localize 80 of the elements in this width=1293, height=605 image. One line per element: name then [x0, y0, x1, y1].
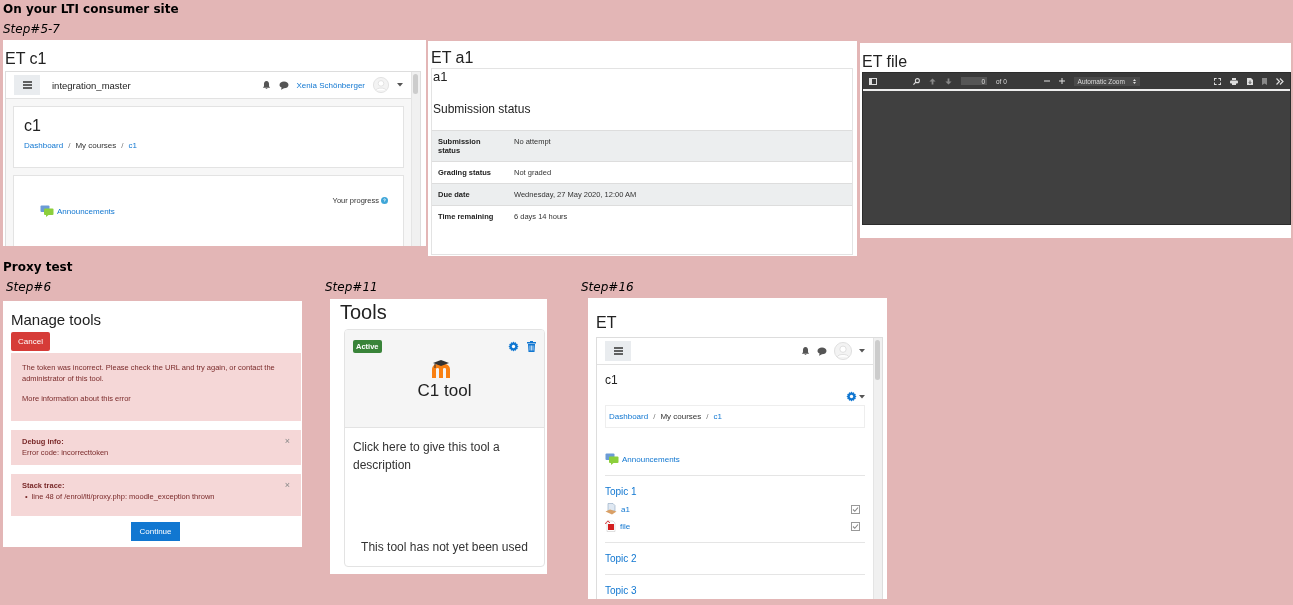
- caret-icon: [397, 83, 403, 87]
- chat-icon: [817, 346, 827, 356]
- download-icon: [1247, 77, 1253, 85]
- scrollbar[interactable]: [873, 338, 882, 599]
- sidebar-icon: [869, 77, 877, 85]
- caret-icon: [859, 349, 865, 353]
- zoom-in-icon: [1058, 78, 1065, 84]
- section-heading: On your LTI consumer site: [3, 2, 180, 16]
- activity-link[interactable]: Announcements: [57, 206, 115, 216]
- menu-icon: [22, 81, 32, 89]
- tool-name: C1 tool: [416, 381, 473, 401]
- breadcrumb-link[interactable]: Dashboard: [24, 141, 64, 150]
- forum-icon: [605, 453, 619, 465]
- course-title: c1: [605, 373, 619, 387]
- breadcrumb-link[interactable]: Dashboard: [609, 412, 649, 421]
- up-arrow-icon: [929, 77, 936, 85]
- course-title: c1: [24, 117, 42, 135]
- usage-text: This tool has not yet been used: [360, 539, 529, 556]
- assignment-title: a1: [432, 69, 449, 84]
- section-heading: Proxy test: [3, 260, 74, 274]
- step-label: Step#6: [6, 280, 52, 294]
- section-title[interactable]: Topic 2: [605, 553, 865, 564]
- activity-link[interactable]: Announcements: [622, 454, 680, 464]
- breadcrumb-link[interactable]: c1: [713, 412, 722, 421]
- settings-icon: [508, 341, 519, 352]
- fullscreen-icon: [1214, 77, 1221, 85]
- avatar-icon: [834, 342, 852, 360]
- section-title[interactable]: Topic 1: [605, 486, 865, 497]
- delete-icon: [527, 341, 536, 352]
- cancel-button[interactable]: Cancel: [11, 332, 50, 351]
- breadcrumb-text: My courses: [75, 141, 117, 150]
- page-title: Manage tools: [11, 311, 103, 328]
- forum-icon: [40, 205, 54, 217]
- section-heading: Submission status: [433, 102, 532, 116]
- down-arrow-icon: [945, 77, 952, 85]
- completion-checkbox[interactable]: [851, 504, 860, 514]
- breadcrumb-separator: /: [706, 412, 709, 421]
- chat-icon: [278, 80, 289, 90]
- assignment-icon: [605, 503, 617, 515]
- activity-link[interactable]: a1: [621, 504, 630, 514]
- step-label: Step#11: [325, 280, 379, 294]
- print-icon: [1230, 77, 1238, 85]
- step-label: Step#16: [581, 280, 635, 294]
- section-title[interactable]: Topic 3: [605, 585, 865, 596]
- continue-button[interactable]: Continue: [131, 522, 180, 541]
- panel-title: ET a1: [431, 49, 475, 67]
- step-label: Step#5-7: [3, 22, 61, 36]
- menu-button[interactable]: [605, 341, 631, 361]
- settings-icon: [846, 391, 857, 402]
- panel-title: ET c1: [5, 50, 48, 68]
- close-button[interactable]: ×: [284, 480, 290, 491]
- search-icon: [913, 77, 920, 85]
- bell-icon: [261, 80, 271, 90]
- bell-icon: [801, 346, 810, 356]
- zoom-out-icon: [1043, 78, 1050, 84]
- panel-title: ET file: [862, 53, 909, 71]
- help-icon: [381, 197, 388, 204]
- menu-button[interactable]: [14, 75, 40, 95]
- user-name[interactable]: Xenia Schönberger: [296, 80, 365, 90]
- settings-menu-button[interactable]: [846, 391, 865, 402]
- panel-title: ET: [596, 314, 618, 332]
- menu-icon: [613, 347, 623, 355]
- pdf-icon: [605, 520, 616, 532]
- avatar-icon: [373, 77, 389, 93]
- breadcrumb-link[interactable]: c1: [128, 141, 137, 150]
- completion-checkbox[interactable]: [851, 521, 860, 531]
- site-name[interactable]: integration_master: [52, 79, 131, 91]
- close-button[interactable]: ×: [284, 436, 290, 447]
- breadcrumb-separator: /: [121, 141, 124, 150]
- page-title: Tools: [340, 301, 388, 324]
- select-arrows-icon: [1132, 78, 1136, 84]
- bookmark-icon: [1262, 77, 1267, 85]
- activity-link[interactable]: file: [620, 521, 631, 531]
- chevrons-icon: [1276, 77, 1284, 85]
- caret-icon: [859, 394, 865, 399]
- scrollbar[interactable]: [411, 72, 420, 246]
- breadcrumb-separator: /: [68, 141, 71, 150]
- breadcrumb-separator: /: [653, 412, 656, 421]
- tool-description[interactable]: Click here to give this tool a description: [353, 438, 536, 474]
- breadcrumb-text: My courses: [660, 412, 702, 421]
